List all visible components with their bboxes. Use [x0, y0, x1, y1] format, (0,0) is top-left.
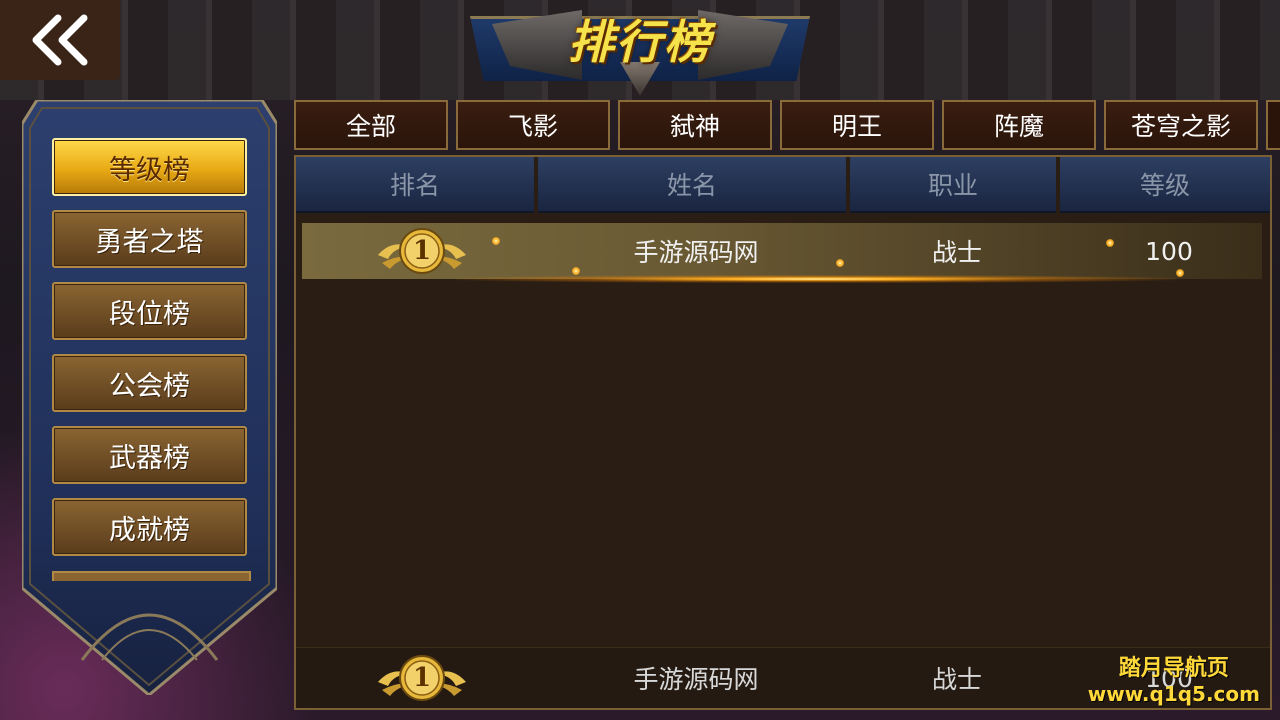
class-tabs: 全部 飞影 弑神 明王 阵魔 苍穹之影	[294, 100, 1270, 150]
sidebar-item-achievement-rank[interactable]: 成就榜	[52, 498, 247, 556]
sparkle-decoration	[1106, 239, 1114, 247]
ranking-table: 排名 姓名 职业 等级 1 手游源码网 战士 100 1 手游源码网 战士 10…	[294, 155, 1272, 710]
highlight-glow	[456, 275, 1176, 283]
sidebar-item-hero-tower[interactable]: 勇者之塔	[52, 210, 247, 268]
tab-feiying[interactable]: 飞影	[456, 100, 610, 150]
tab-partial[interactable]	[1266, 100, 1280, 150]
header-name: 姓名	[538, 157, 846, 213]
player-class: 战士	[931, 238, 982, 267]
back-button[interactable]	[0, 0, 120, 80]
sparkle-decoration	[572, 267, 580, 275]
sidebar-item-level-rank[interactable]: 等级榜	[52, 138, 247, 196]
my-name: 手游源码网	[633, 665, 759, 694]
tab-all[interactable]: 全部	[294, 100, 448, 150]
sidebar-item-guild-rank[interactable]: 公会榜	[52, 354, 247, 412]
tab-shishen[interactable]: 弑神	[618, 100, 772, 150]
watermark-line2: www.q1q5.com	[1087, 682, 1260, 706]
title-banner: 排行榜	[470, 0, 810, 96]
tab-zhenmo[interactable]: 阵魔	[942, 100, 1096, 150]
player-name: 手游源码网	[633, 238, 759, 267]
rank-number: 1	[412, 236, 432, 266]
double-chevron-left-icon	[32, 14, 88, 66]
sparkle-decoration	[492, 237, 500, 245]
header-class: 职业	[850, 157, 1056, 213]
my-class: 战士	[931, 665, 982, 694]
player-level: 100	[1145, 236, 1193, 266]
tab-cangqiong-zhiying[interactable]: 苍穹之影	[1104, 100, 1258, 150]
tab-mingwang[interactable]: 明王	[780, 100, 934, 150]
header-level: 等级	[1060, 157, 1270, 213]
sidebar-item-partial[interactable]	[52, 571, 251, 581]
sidebar-item-tier-rank[interactable]: 段位榜	[52, 282, 247, 340]
header-rank: 排名	[296, 157, 534, 213]
page-title: 排行榜	[568, 15, 712, 69]
table-row[interactable]: 1 手游源码网 战士 100	[302, 223, 1262, 279]
sparkle-decoration	[836, 259, 844, 267]
my-rank-number: 1	[412, 663, 432, 693]
sparkle-decoration	[1176, 269, 1184, 277]
category-sidebar: 等级榜 勇者之塔 段位榜 公会榜 武器榜 成就榜	[22, 100, 277, 695]
watermark-line1: 踏月导航页	[1118, 656, 1229, 681]
table-header: 排名 姓名 职业 等级	[296, 157, 1270, 213]
watermark: 踏月导航页 www.q1q5.com	[1088, 650, 1260, 706]
sidebar-item-weapon-rank[interactable]: 武器榜	[52, 426, 247, 484]
